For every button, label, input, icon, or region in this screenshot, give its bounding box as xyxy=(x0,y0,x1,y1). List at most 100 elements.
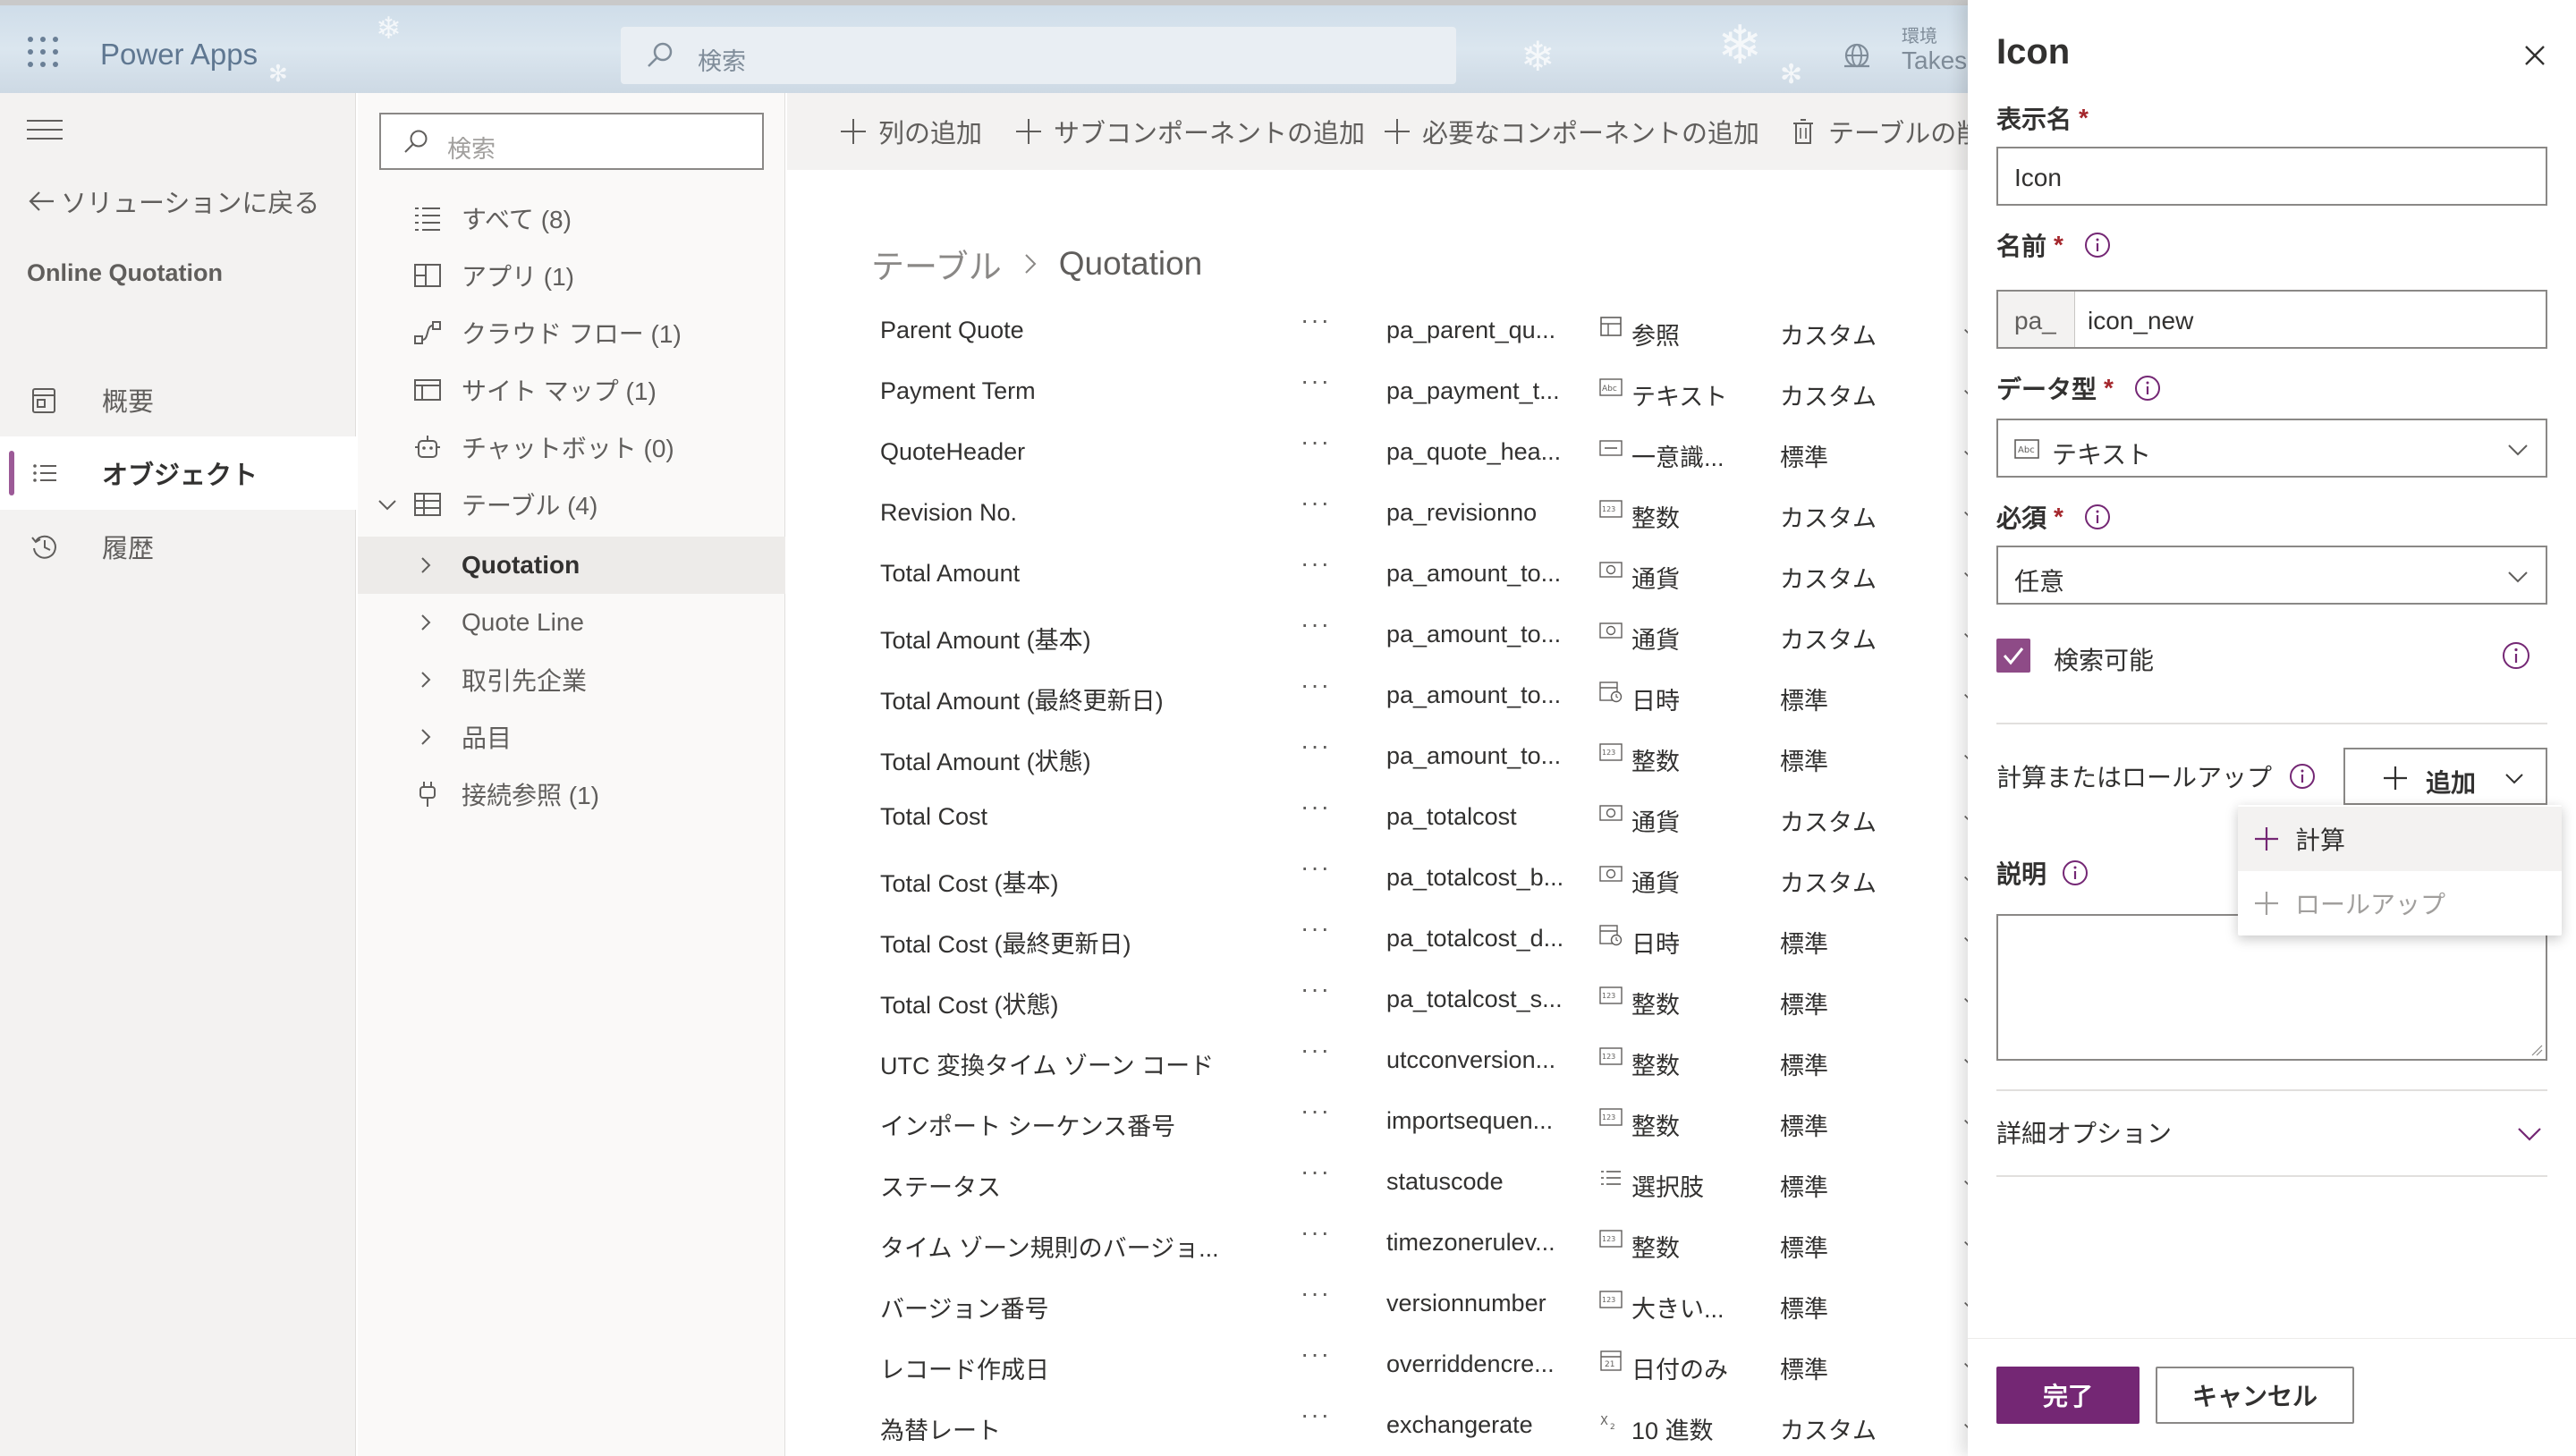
more-options-icon[interactable]: ··· xyxy=(1301,610,1351,639)
tree-item-site-map[interactable]: サイト マップ (1) xyxy=(358,361,785,419)
more-options-icon[interactable]: ··· xyxy=(1301,1157,1351,1186)
more-options-icon[interactable]: ··· xyxy=(1301,367,1351,395)
done-button[interactable]: 完了 xyxy=(1996,1367,2140,1424)
column-display-name[interactable]: QuoteHeader xyxy=(880,438,1256,466)
table-row[interactable]: QuoteHeader ··· pa_quote_hea... 一意識... 標準 ⌄ xyxy=(787,420,1968,481)
chevron-down-icon[interactable]: ⌄ xyxy=(1961,803,1968,825)
info-icon[interactable] xyxy=(2288,762,2317,791)
add-subcomponent-button[interactable]: サブコンポーネントの追加 xyxy=(1013,109,1365,154)
info-icon[interactable] xyxy=(2083,503,2112,531)
chevron-down-icon[interactable]: ⌄ xyxy=(1961,925,1968,947)
advanced-options-toggle[interactable]: 詳細オプション xyxy=(1996,1114,2172,1150)
data-type-select[interactable]: Abc テキスト xyxy=(1996,419,2547,478)
more-options-icon[interactable]: ··· xyxy=(1301,1340,1351,1368)
table-row[interactable]: Total Cost (状態) ··· pa_totalcost_s... 123 整数… xyxy=(787,968,1968,1029)
chevron-down-icon[interactable]: ⌄ xyxy=(1961,986,1968,1008)
column-display-name[interactable]: Total Amount (基本) xyxy=(880,621,1256,656)
chevron-down-icon[interactable]: ⌄ xyxy=(1961,681,1968,704)
tree-item-tables[interactable]: テーブル (4) xyxy=(358,476,785,533)
more-options-icon[interactable]: ··· xyxy=(1301,549,1351,578)
app-launcher-icon[interactable] xyxy=(20,29,66,75)
column-display-name[interactable]: タイム ゾーン規則のバージョ... xyxy=(880,1229,1256,1264)
table-row[interactable]: バージョン番号 ··· versionnumber 123 大きい... 標準 ⌄ xyxy=(787,1272,1968,1333)
more-options-icon[interactable]: ··· xyxy=(1301,1401,1351,1429)
column-display-name[interactable]: レコード作成日 xyxy=(880,1350,1256,1385)
tree-item-all[interactable]: すべて (8) xyxy=(358,190,785,247)
column-display-name[interactable]: ステータス xyxy=(880,1168,1256,1203)
more-options-icon[interactable]: ··· xyxy=(1301,1036,1351,1064)
column-display-name[interactable]: Revision No. xyxy=(880,499,1256,527)
more-options-icon[interactable]: ··· xyxy=(1301,853,1351,882)
column-display-name[interactable]: Parent Quote xyxy=(880,317,1256,344)
chevron-down-icon[interactable]: ⌄ xyxy=(1961,1350,1968,1373)
more-options-icon[interactable]: ··· xyxy=(1301,732,1351,760)
chevron-right-icon[interactable] xyxy=(415,554,436,576)
description-textarea[interactable] xyxy=(1996,914,2547,1061)
table-row[interactable]: Total Amount (状態) ··· pa_amount_to... 123 整数… xyxy=(787,724,1968,785)
table-row[interactable]: Total Amount (最終更新日) ··· pa_amount_to... 日時… xyxy=(787,664,1968,724)
required-select[interactable]: 任意 xyxy=(1996,546,2547,605)
add-required-components-button[interactable]: 必要なコンポーネントの追加 xyxy=(1381,109,1759,154)
cancel-button[interactable]: キャンセル xyxy=(2156,1367,2354,1424)
chevron-down-icon[interactable] xyxy=(2515,1120,2544,1148)
global-search-input[interactable]: 検索 xyxy=(621,27,1456,84)
more-options-icon[interactable]: ··· xyxy=(1301,914,1351,943)
column-display-name[interactable]: Payment Term xyxy=(880,377,1256,405)
chevron-down-icon[interactable]: ⌄ xyxy=(1961,864,1968,886)
close-icon[interactable] xyxy=(2519,39,2551,72)
table-row[interactable]: Revision No. ··· pa_revisionno 123 整数 カスタム ⌄ xyxy=(787,481,1968,542)
more-options-icon[interactable]: ··· xyxy=(1301,975,1351,1003)
chevron-down-icon[interactable]: ⌄ xyxy=(1961,1290,1968,1312)
more-options-icon[interactable]: ··· xyxy=(1301,671,1351,699)
chevron-down-icon[interactable]: ⌄ xyxy=(1961,1411,1968,1434)
add-calc-button[interactable]: 追加 xyxy=(2343,748,2547,805)
display-name-input[interactable]: Icon xyxy=(1996,147,2547,206)
tree-item-connection-references[interactable]: 接続参照 (1) xyxy=(358,766,785,823)
more-options-icon[interactable]: ··· xyxy=(1301,1218,1351,1247)
chevron-down-icon[interactable]: ⌄ xyxy=(1961,499,1968,521)
chevron-right-icon[interactable] xyxy=(415,669,436,690)
chevron-down-icon[interactable]: ⌄ xyxy=(1961,1046,1968,1069)
tree-item-quotation[interactable]: Quotation xyxy=(358,537,785,594)
chevron-down-icon[interactable] xyxy=(376,494,399,517)
column-display-name[interactable]: Total Amount (状態) xyxy=(880,742,1256,777)
resize-grip-icon[interactable] xyxy=(2530,1044,2543,1056)
info-icon[interactable] xyxy=(2061,859,2089,887)
searchable-checkbox[interactable] xyxy=(1996,639,2030,673)
column-display-name[interactable]: Total Cost (状態) xyxy=(880,986,1256,1020)
breadcrumb-root[interactable]: テーブル xyxy=(871,240,1002,288)
more-options-icon[interactable]: ··· xyxy=(1301,306,1351,334)
tree-item-cloud-flows[interactable]: クラウド フロー (1) xyxy=(358,304,785,361)
tree-item-product[interactable]: 品目 xyxy=(358,708,785,766)
more-options-icon[interactable]: ··· xyxy=(1301,488,1351,517)
chevron-right-icon[interactable] xyxy=(415,612,436,633)
column-display-name[interactable]: 為替レート xyxy=(880,1411,1256,1446)
column-display-name[interactable]: バージョン番号 xyxy=(880,1290,1256,1325)
nav-item-overview[interactable]: 概要 xyxy=(0,363,356,436)
chevron-right-icon[interactable] xyxy=(415,726,436,748)
hamburger-menu-icon[interactable] xyxy=(27,120,63,147)
column-display-name[interactable]: Total Cost (最終更新日) xyxy=(880,925,1256,960)
chevron-down-icon[interactable]: ⌄ xyxy=(1961,560,1968,582)
menu-item-calculation[interactable]: 計算 xyxy=(2238,807,2562,871)
column-display-name[interactable]: UTC 変換タイム ゾーン コード xyxy=(880,1046,1256,1081)
chevron-down-icon[interactable]: ⌄ xyxy=(1961,438,1968,461)
chevron-down-icon[interactable]: ⌄ xyxy=(1961,1168,1968,1190)
chevron-down-icon[interactable]: ⌄ xyxy=(1961,1107,1968,1130)
chevron-down-icon[interactable]: ⌄ xyxy=(1961,742,1968,765)
table-row[interactable]: Total Amount (基本) ··· pa_amount_to... 通貨 カスタ… xyxy=(787,603,1968,664)
table-row[interactable]: ステータス ··· statuscode 選択肢 標準 ⌄ xyxy=(787,1150,1968,1211)
more-options-icon[interactable]: ··· xyxy=(1301,792,1351,821)
tree-item-quote-line[interactable]: Quote Line xyxy=(358,594,785,651)
column-display-name[interactable]: Total Amount (最終更新日) xyxy=(880,681,1256,716)
table-row[interactable]: Total Cost ··· pa_totalcost 通貨 カスタム ⌄ xyxy=(787,785,1968,846)
column-display-name[interactable]: Total Cost (基本) xyxy=(880,864,1256,899)
menu-item-rollup[interactable]: ロールアップ xyxy=(2238,871,2562,935)
environment-icon[interactable] xyxy=(1841,39,1873,72)
chevron-down-icon[interactable]: ⌄ xyxy=(1961,377,1968,400)
more-options-icon[interactable]: ··· xyxy=(1301,1279,1351,1308)
table-row[interactable]: Total Amount ··· pa_amount_to... 通貨 カスタム ⌄ xyxy=(787,542,1968,603)
more-options-icon[interactable]: ··· xyxy=(1301,427,1351,456)
column-display-name[interactable]: インポート シーケンス番号 xyxy=(880,1107,1256,1142)
table-row[interactable]: Total Cost (最終更新日) ··· pa_totalcost_d... 日時… xyxy=(787,907,1968,968)
